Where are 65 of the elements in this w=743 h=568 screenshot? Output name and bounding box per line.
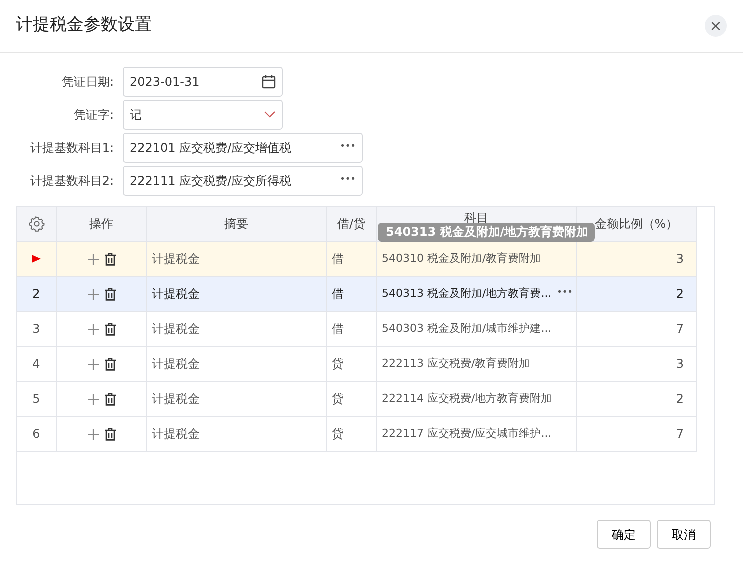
column-header: 科目 <box>464 210 488 226</box>
dialog-title: 计提税金参数设置 <box>16 14 152 38</box>
trash-icon[interactable] <box>104 428 116 440</box>
column-header: 金额比例（%） <box>594 216 678 233</box>
plus-icon[interactable] <box>88 254 98 264</box>
table-cell-text: 计提税金 <box>152 321 200 338</box>
plus-icon[interactable] <box>88 324 98 334</box>
input-field[interactable]: 222101 应交税费/应交增值税 ••• <box>123 132 363 162</box>
table-cell-text: 借 <box>332 321 344 338</box>
trash-icon[interactable] <box>104 252 116 266</box>
plus-icon[interactable] <box>88 288 98 300</box>
table-cell-text: 222117 应交税费/应交城市维护... <box>382 426 552 442</box>
table-cell-text: 3 <box>676 356 684 373</box>
calendar-icon[interactable] <box>262 74 276 88</box>
table-cell-text: 222113 应交税费/教育费附加 <box>382 356 530 372</box>
field-label: 计提基数科目1: <box>29 140 115 156</box>
table-cell-text: 2 <box>676 286 684 303</box>
column-header: 借/贷 <box>337 216 366 233</box>
table-cell-text: 借 <box>332 251 344 268</box>
input-field[interactable]: 记 <box>123 100 283 130</box>
settings-icon[interactable] <box>28 216 44 232</box>
table-cell-text: 3 <box>676 251 684 268</box>
column-header: 操作 <box>90 216 114 233</box>
plus-icon[interactable] <box>88 358 98 370</box>
table-cell-text: 2 <box>676 391 684 408</box>
table-cell-text: 计提税金 <box>152 426 200 443</box>
dialog-button[interactable]: 取消 <box>657 520 711 549</box>
table-cell-text: 540313 税金及附加/地方教育费... <box>382 286 552 302</box>
table-cell-text: 贷 <box>332 426 344 443</box>
input-field[interactable]: 222111 应交税费/应交所得税 ••• <box>123 166 363 196</box>
row-number: 4 <box>32 356 40 373</box>
field-label: 计提基数科目2: <box>29 172 115 190</box>
table-cell-text: 计提税金 <box>152 356 200 373</box>
table-cell-text: 借 <box>332 286 344 303</box>
more-button[interactable]: ••• <box>557 287 573 301</box>
more-button[interactable]: ••• <box>340 174 356 188</box>
trash-icon[interactable] <box>104 392 116 406</box>
table-cell-text: 计提税金 <box>152 286 200 303</box>
field-label: 凭证日期: <box>60 74 115 90</box>
input-field[interactable]: 2023-01-31 <box>123 66 283 96</box>
table-cell-text: 计提税金 <box>152 391 200 408</box>
trash-icon[interactable] <box>104 288 116 300</box>
table-cell-text: 7 <box>676 321 684 338</box>
table-cell-text: 贷 <box>332 356 344 373</box>
plus-icon[interactable] <box>88 428 98 440</box>
row-number: 5 <box>32 391 40 408</box>
trash-icon[interactable] <box>104 358 116 370</box>
trash-icon[interactable] <box>104 322 116 336</box>
tooltip: 540313 税金及附加/地方教育费附加 <box>378 223 595 242</box>
row-number: 6 <box>32 426 40 443</box>
chevron-down-icon[interactable] <box>264 110 276 118</box>
row-number: 3 <box>32 321 40 338</box>
table-cell-text: 540310 税金及附加/教育费附加 <box>382 250 542 267</box>
field-label: 凭证字: <box>72 106 115 124</box>
column-header: 摘要 <box>224 216 248 233</box>
table-cell-text: 222114 应交税费/地方教育费附加 <box>382 390 552 407</box>
dialog-button[interactable]: 确定 <box>597 520 651 549</box>
more-button[interactable]: ••• <box>340 140 356 154</box>
table-cell-text: 540303 税金及附加/城市维护建... <box>382 320 552 337</box>
row-number: 2 <box>32 286 40 303</box>
table-cell-text: 7 <box>676 426 684 443</box>
close-button[interactable]: × <box>705 15 727 37</box>
plus-icon[interactable] <box>88 394 98 404</box>
table-cell-text: 计提税金 <box>152 251 200 268</box>
table-cell-text: 贷 <box>332 391 344 408</box>
